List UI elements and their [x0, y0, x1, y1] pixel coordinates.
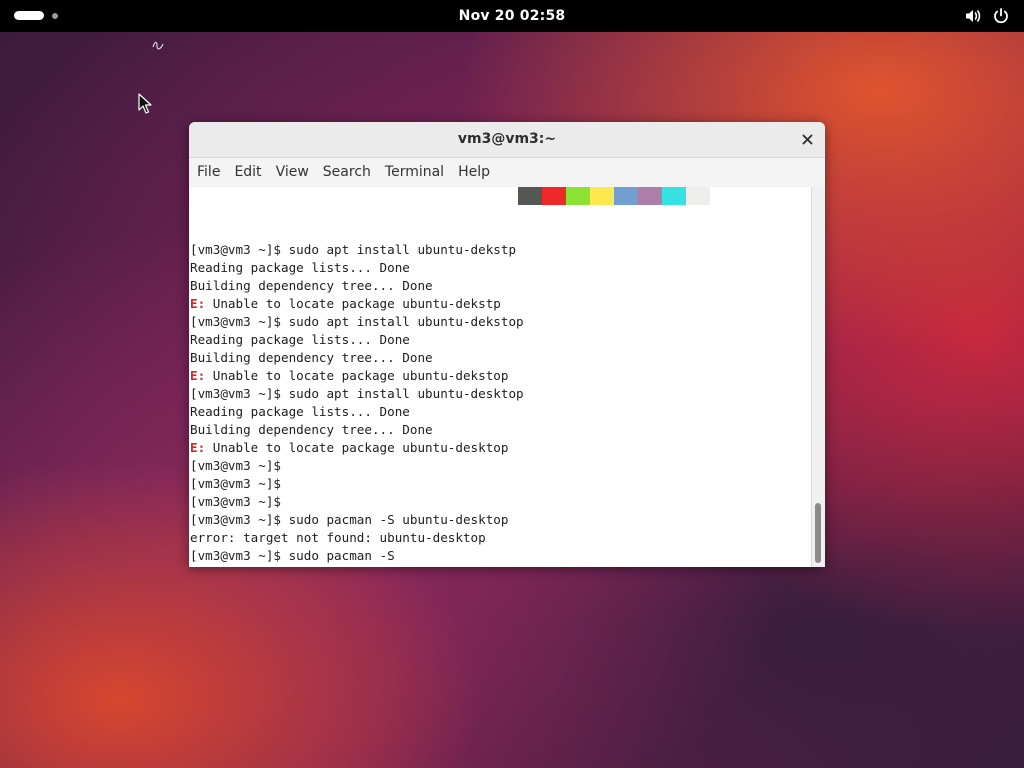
activities-button[interactable] [14, 11, 58, 20]
scrollbar-thumb[interactable] [815, 503, 821, 563]
close-button[interactable] [799, 131, 815, 147]
palette-swatch [638, 187, 662, 205]
window-titlebar[interactable]: vm3@vm3:~ [189, 122, 825, 158]
workspace-indicator-dot[interactable] [52, 12, 58, 19]
terminal-line-text: [vm3@vm3 ~]$ sudo pacman -S [190, 548, 395, 563]
terminal-line: error: target not found: ubuntu-desktop [190, 529, 524, 547]
clock[interactable]: Nov 20 02:58 [459, 8, 566, 24]
terminal-line: Reading package lists... Done [190, 403, 524, 421]
error-prefix: E: [190, 368, 206, 383]
power-icon[interactable] [992, 7, 1010, 25]
menu-file[interactable]: File [190, 158, 227, 187]
error-prefix: E: [190, 296, 206, 311]
terminal-line-text: Unable to locate package ubuntu-dekstop [205, 368, 509, 383]
terminal-line-text: [vm3@vm3 ~]$ sudo apt install ubuntu-dek… [190, 314, 524, 329]
scrollbar[interactable] [811, 187, 825, 567]
terminal-line: E: Unable to locate package ubuntu-dekst… [190, 367, 524, 385]
terminal-line-text: Reading package lists... Done [190, 260, 410, 275]
terminal-line-text: [vm3@vm3 ~]$ sudo apt install ubuntu-dek… [190, 242, 517, 257]
mouse-pointer-icon [138, 93, 152, 114]
terminal-line: E: Unable to locate package ubuntu-deskt… [190, 439, 524, 457]
terminal-line-text: [vm3@vm3 ~]$ [190, 476, 281, 491]
terminal-line-text: [vm3@vm3 ~]$ [190, 494, 281, 509]
palette-swatch [686, 187, 710, 205]
terminal-line-text: error: target not found: ubuntu-desktop [190, 530, 486, 545]
palette-swatch [542, 187, 566, 205]
top-bar: Nov 20 02:58 [0, 0, 1024, 32]
color-palette-strip [518, 187, 710, 205]
terminal-line: [vm3@vm3 ~]$ [190, 475, 524, 493]
palette-swatch [566, 187, 590, 205]
terminal-line-text: Reading package lists... Done [190, 332, 410, 347]
palette-swatch [662, 187, 686, 205]
palette-swatch [518, 187, 542, 205]
terminal-line: Building dependency tree... Done [190, 277, 524, 295]
terminal-line: Reading package lists... Done [190, 259, 524, 277]
terminal-line: [vm3@vm3 ~]$ sudo apt install ubuntu-dek… [190, 241, 524, 259]
terminal-line: [vm3@vm3 ~]$ sudo apt install ubuntu-des… [190, 385, 524, 403]
terminal-lines: [vm3@vm3 ~]$ sudo apt install ubuntu-dek… [190, 241, 524, 565]
terminal-line: [vm3@vm3 ~]$ sudo pacman -S [190, 547, 524, 565]
palette-swatch [614, 187, 638, 205]
volume-icon[interactable] [964, 7, 982, 25]
workspace-indicator-active[interactable] [14, 11, 44, 20]
terminal-line: [vm3@vm3 ~]$ sudo apt install ubuntu-dek… [190, 313, 524, 331]
terminal-line: [vm3@vm3 ~]$ [190, 493, 524, 511]
palette-swatch [590, 187, 614, 205]
window-title: vm3@vm3:~ [457, 131, 557, 147]
terminal-line-text: Building dependency tree... Done [190, 422, 433, 437]
terminal-line: Reading package lists... Done [190, 331, 524, 349]
menu-terminal[interactable]: Terminal [378, 158, 451, 187]
menu-help[interactable]: Help [451, 158, 497, 187]
menu-view[interactable]: View [269, 158, 316, 187]
menu-bar: File Edit View Search Terminal Help [189, 158, 825, 188]
close-icon[interactable] [802, 134, 813, 145]
terminal-line: [vm3@vm3 ~]$ sudo pacman -S ubuntu-deskt… [190, 511, 524, 529]
terminal-line-text: [vm3@vm3 ~]$ sudo apt install ubuntu-des… [190, 386, 524, 401]
error-prefix: E: [190, 440, 206, 455]
menu-search[interactable]: Search [316, 158, 378, 187]
terminal-line: Building dependency tree... Done [190, 421, 524, 439]
terminal-line: E: Unable to locate package ubuntu-dekst… [190, 295, 524, 313]
terminal-line-text: [vm3@vm3 ~]$ [190, 458, 281, 473]
terminal-line-text: Unable to locate package ubuntu-dekstp [205, 296, 501, 311]
terminal-line-text: Building dependency tree... Done [190, 350, 433, 365]
terminal-line-text: [vm3@vm3 ~]$ sudo pacman -S ubuntu-deskt… [190, 512, 509, 527]
system-tray[interactable] [964, 7, 1010, 25]
desktop-artifact [152, 41, 164, 50]
terminal-line-text: Building dependency tree... Done [190, 278, 433, 293]
terminal-line-text: Reading package lists... Done [190, 404, 410, 419]
terminal-line-text: Unable to locate package ubuntu-desktop [205, 440, 509, 455]
terminal-line: [vm3@vm3 ~]$ [190, 457, 524, 475]
menu-edit[interactable]: Edit [227, 158, 268, 187]
terminal-window[interactable]: vm3@vm3:~ File Edit View Search Terminal… [189, 122, 825, 567]
terminal-line: Building dependency tree... Done [190, 349, 524, 367]
terminal-output[interactable]: [vm3@vm3 ~]$ sudo apt install ubuntu-dek… [189, 187, 811, 567]
